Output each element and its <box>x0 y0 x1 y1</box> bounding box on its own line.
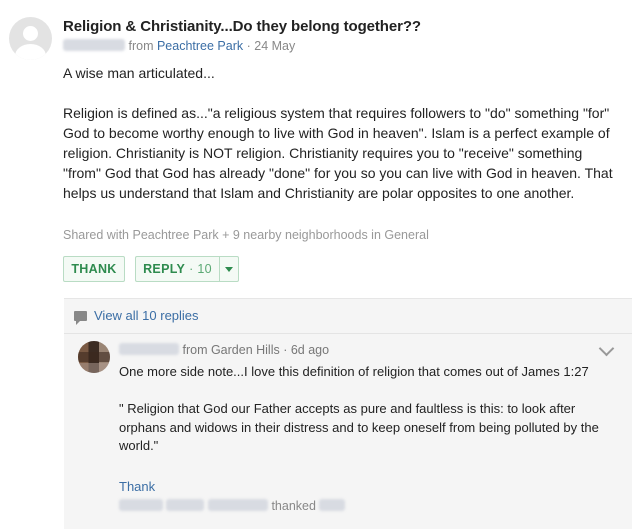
post-meta: from Peachtree Park · 24 May <box>63 39 295 53</box>
reply-thank-link[interactable]: Thank <box>119 479 155 494</box>
reply-author-avatar-icon[interactable] <box>78 341 110 373</box>
post-paragraph: Religion is defined as..."a religious sy… <box>63 105 613 201</box>
post-paragraph: A wise man articulated... <box>63 65 215 81</box>
thanker-name-redacted[interactable] <box>319 499 346 511</box>
thanker-name-redacted[interactable] <box>119 499 163 511</box>
thanked-label: thanked <box>271 499 316 513</box>
divider <box>64 333 632 334</box>
author-name-redacted[interactable] <box>63 39 125 51</box>
thank-button[interactable]: THANK <box>63 256 125 282</box>
reply-meta-text: from Garden Hills · 6d ago <box>182 343 330 357</box>
reply-options-dropdown[interactable] <box>219 256 239 282</box>
reply-count: · 10 <box>189 262 212 276</box>
reply-body: One more side note...I love this definit… <box>119 363 599 456</box>
post-shared-scope: Shared with Peachtree Park + 9 nearby ne… <box>63 228 429 242</box>
post-title[interactable]: Religion & Christianity...Do they belong… <box>63 18 421 35</box>
reply-paragraph: " Religion that God our Father accepts a… <box>119 401 599 453</box>
thanker-name-redacted[interactable] <box>166 499 205 511</box>
comment-icon <box>74 310 87 325</box>
reply-meta: from Garden Hills · 6d ago <box>119 343 329 357</box>
view-all-replies-link[interactable]: View all 10 replies <box>74 308 199 325</box>
thanker-name-redacted[interactable] <box>207 499 268 511</box>
chevron-down-icon[interactable] <box>598 340 615 357</box>
thank-button-label: THANK <box>71 262 117 276</box>
reply-button[interactable]: REPLY · 10 <box>135 256 219 282</box>
post-neighborhood-link[interactable]: Peachtree Park <box>157 39 243 53</box>
reply-thanked-by: thanked <box>119 499 346 513</box>
post-date: · 24 May <box>246 39 296 53</box>
author-avatar-icon[interactable] <box>9 17 52 60</box>
reply-paragraph: One more side note...I love this definit… <box>119 364 589 379</box>
reply-button-label: REPLY <box>143 262 186 276</box>
caret-down-icon <box>225 266 233 272</box>
post-from-label: from <box>128 39 154 53</box>
view-all-replies-label: View all 10 replies <box>94 308 199 323</box>
post-body: A wise man articulated... Religion is de… <box>63 63 615 203</box>
replies-panel: View all 10 replies from Garden Hills · … <box>64 298 632 529</box>
reply-author-name-redacted[interactable] <box>119 343 179 355</box>
